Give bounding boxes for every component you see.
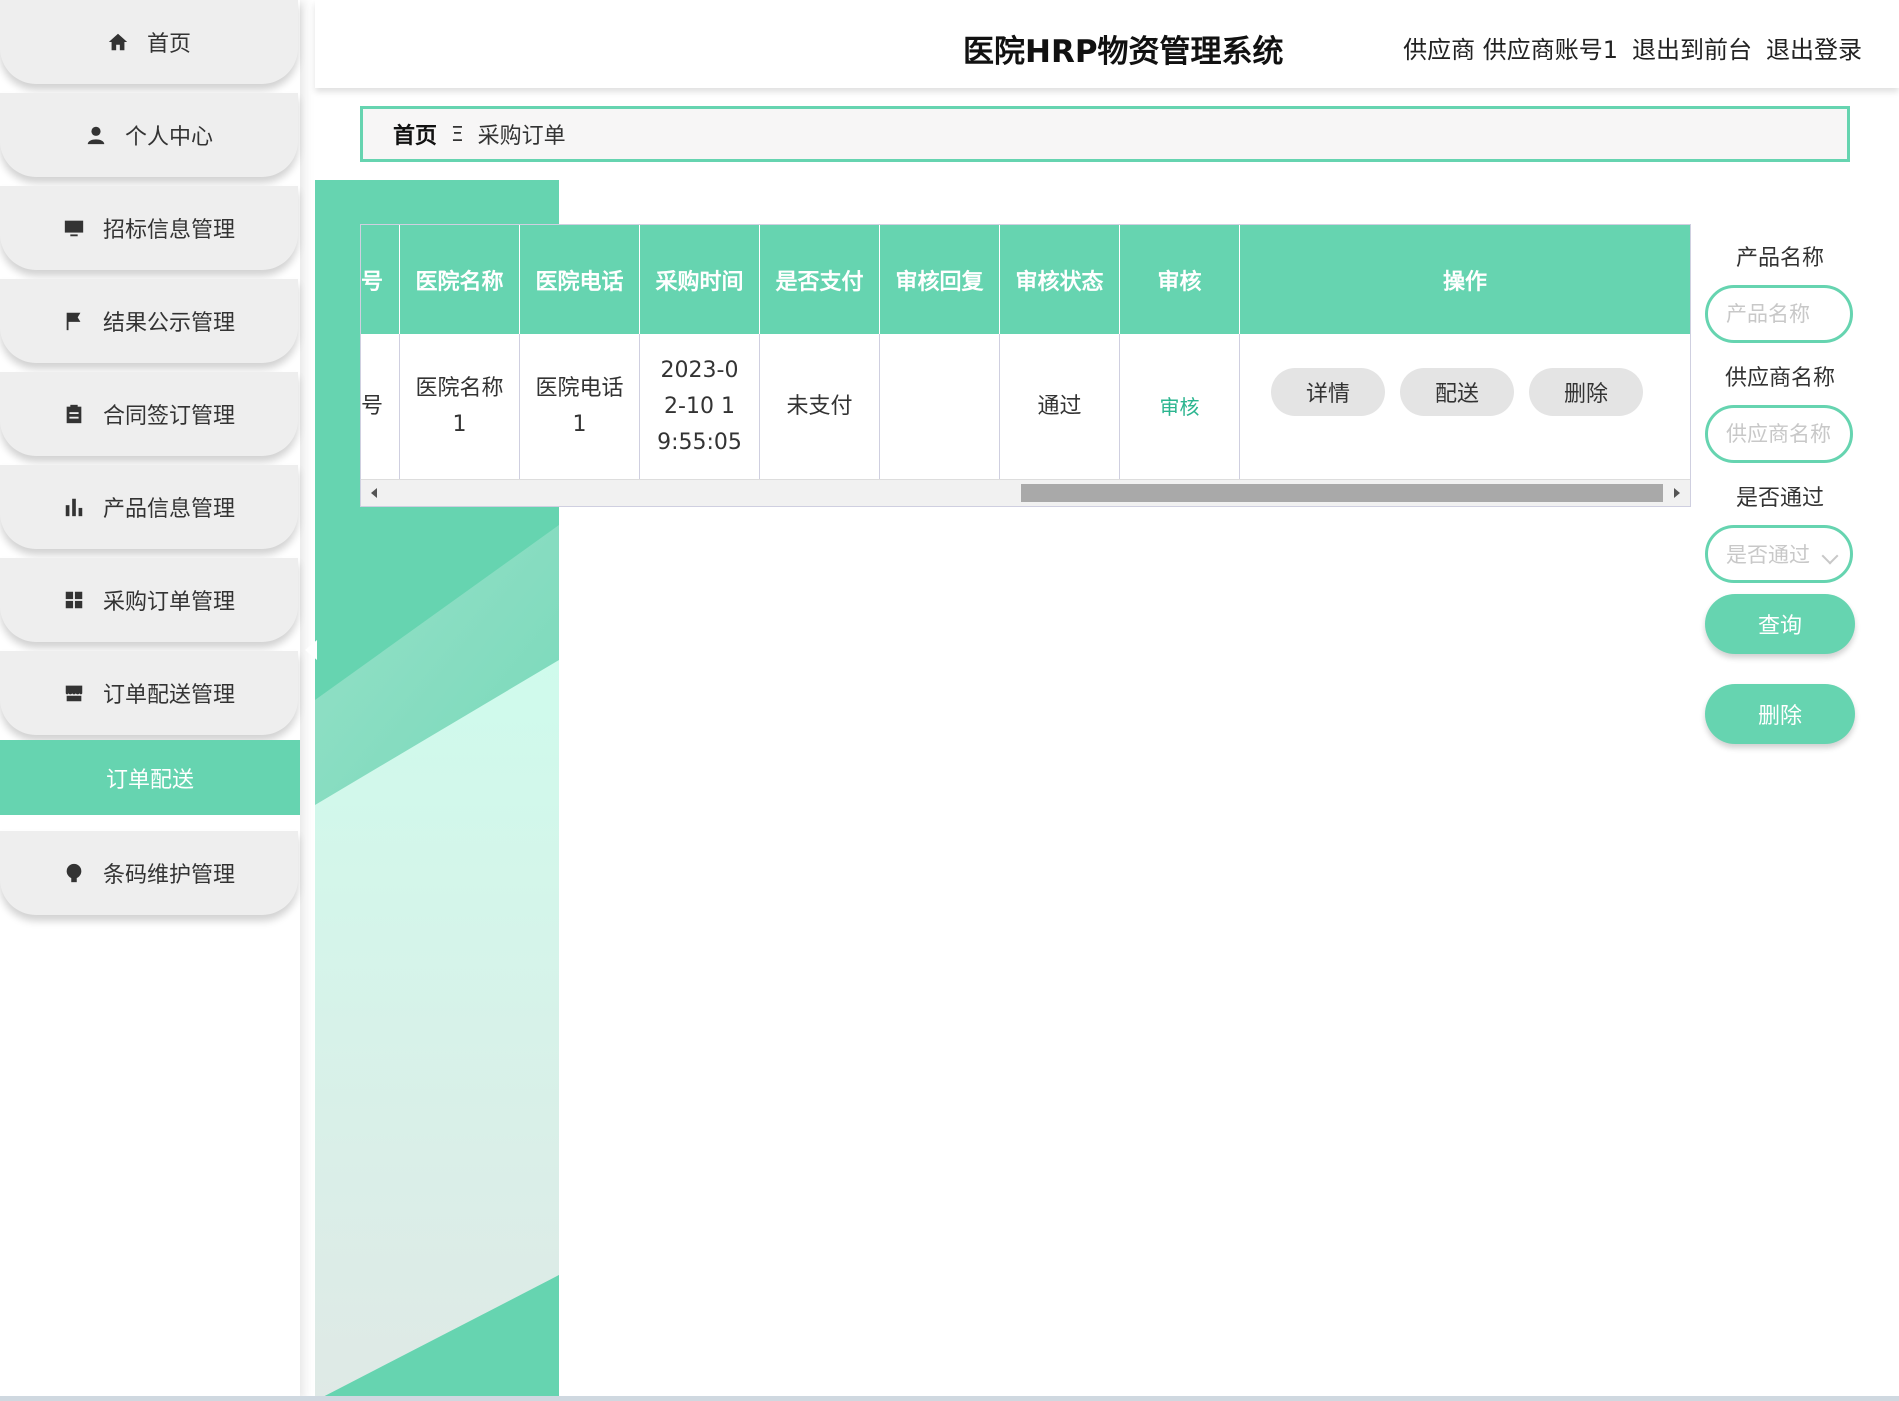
pass-label: 是否通过: [1735, 486, 1824, 511]
sidebar-item-home[interactable]: 首页: [0, 0, 298, 84]
col-header-actions: 操作: [1442, 269, 1487, 295]
sidebar-item-label: 条码维护管理: [102, 863, 235, 888]
app-title: 医院HRP物资管理系统: [963, 34, 1284, 70]
sidebar-item-label: 采购订单管理: [102, 590, 235, 615]
supplier-name-label: 供应商名称: [1724, 366, 1835, 391]
breadcrumb-separator: Ξ: [451, 122, 464, 146]
top-header: 医院HRP物资管理系统 供应商 供应商账号1 退出到前台 退出登录: [315, 0, 1899, 88]
sidebar-item-label: 首页: [146, 32, 191, 57]
decorative-notch: [305, 640, 317, 660]
bottom-border: [0, 1396, 1899, 1401]
scrollbar-thumb[interactable]: [1021, 484, 1663, 502]
home-icon: [107, 31, 129, 53]
col-header-audit: 审核: [1120, 225, 1240, 334]
flag-icon: [63, 310, 85, 332]
sidebar: 首页 个人中心 招标信息管理 结果公示管理 合同签订管理 产品信息管理 采购订单…: [0, 0, 300, 1401]
audit-link[interactable]: 审核: [1120, 334, 1240, 479]
col-header-hospital-phone: 医院电话: [520, 225, 640, 334]
chevron-down-icon: [1821, 547, 1839, 565]
exit-to-front-link[interactable]: 退出到前台: [1632, 30, 1752, 65]
store-icon: [63, 682, 85, 704]
sidebar-item-product[interactable]: 产品信息管理: [0, 465, 298, 549]
user-role: 供应商 供应商账号1: [1403, 36, 1618, 64]
grid-icon: [63, 589, 85, 611]
sidebar-subitem-delivery[interactable]: 订单配送: [0, 740, 300, 815]
col-header-paid: 是否支付: [760, 225, 880, 334]
cell-index: 号: [361, 334, 400, 479]
sidebar-item-label: 个人中心: [124, 125, 213, 150]
breadcrumb-home[interactable]: 首页: [393, 118, 437, 150]
supplier-name-input[interactable]: [1705, 405, 1853, 463]
user-bar: 供应商 供应商账号1 退出到前台 退出登录: [1403, 30, 1862, 65]
cell-audit-reply: [880, 334, 1000, 479]
cell-purchase-time: 2023-02-10 19:55:05: [640, 334, 760, 479]
scroll-left-icon[interactable]: [371, 488, 377, 498]
clipboard-icon: [63, 403, 85, 425]
horizontal-scrollbar[interactable]: [361, 479, 1690, 506]
detail-button[interactable]: 详情: [1271, 368, 1385, 416]
sidebar-item-delivery[interactable]: 订单配送管理: [0, 651, 298, 735]
deliver-button[interactable]: 配送: [1400, 368, 1514, 416]
cell-audit-status: 通过: [1000, 334, 1120, 479]
sidebar-item-label: 结果公示管理: [102, 311, 235, 336]
product-name-label: 产品名称: [1735, 246, 1824, 271]
sidebar-item-label: 合同签订管理: [102, 404, 235, 429]
sidebar-item-purchase-order[interactable]: 采购订单管理: [0, 558, 298, 642]
cell-actions: 详情 配送 删除: [1240, 334, 1690, 479]
sidebar-item-label: 订单配送管理: [102, 683, 235, 708]
sidebar-item-personal-center[interactable]: 个人中心: [0, 93, 298, 177]
logout-link[interactable]: 退出登录: [1766, 30, 1862, 65]
monitor-icon: [63, 217, 85, 239]
sidebar-item-label: 产品信息管理: [102, 497, 235, 522]
cell-hospital-phone: 医院电话1: [520, 334, 640, 479]
bar-chart-icon: [63, 496, 85, 518]
scroll-right-icon[interactable]: [1674, 488, 1680, 498]
pass-select-placeholder: 是否通过: [1726, 543, 1810, 567]
table-row: 号 医院名称1 医院电话1 2023-02-10 19:55:05 未支付 通过…: [361, 334, 1690, 479]
sidebar-item-result[interactable]: 结果公示管理: [0, 279, 298, 363]
table-header: 号 医院名称 医院电话 采购时间 是否支付 审核回复 审核状态 审核 操作: [361, 225, 1690, 334]
sidebar-item-barcode[interactable]: 条码维护管理: [0, 831, 298, 915]
col-header-index: 号: [361, 225, 400, 334]
col-header-audit-reply: 审核回复: [880, 225, 1000, 334]
cell-paid: 未支付: [760, 334, 880, 479]
col-header-audit-status: 审核状态: [1000, 225, 1120, 334]
product-name-input[interactable]: [1705, 285, 1853, 343]
sidebar-item-contract[interactable]: 合同签订管理: [0, 372, 298, 456]
bulb-icon: [63, 862, 85, 884]
breadcrumb: 首页 Ξ 采购订单: [360, 106, 1850, 162]
person-icon: [85, 124, 107, 146]
cell-hospital-name: 医院名称1: [400, 334, 520, 479]
col-header-purchase-time: 采购时间: [640, 225, 760, 334]
breadcrumb-current: 采购订单: [477, 124, 566, 149]
sidebar-item-label: 招标信息管理: [102, 218, 235, 243]
col-header-hospital-name: 医院名称: [400, 225, 520, 334]
orders-table: 号 医院名称 医院电话 采购时间 是否支付 审核回复 审核状态 审核 操作 号 …: [360, 224, 1691, 507]
pass-select[interactable]: 是否通过: [1705, 525, 1853, 583]
query-button[interactable]: 查询: [1705, 594, 1855, 654]
sidebar-item-bidding[interactable]: 招标信息管理: [0, 186, 298, 270]
row-delete-button[interactable]: 删除: [1529, 368, 1643, 416]
bulk-delete-button[interactable]: 删除: [1705, 684, 1855, 744]
